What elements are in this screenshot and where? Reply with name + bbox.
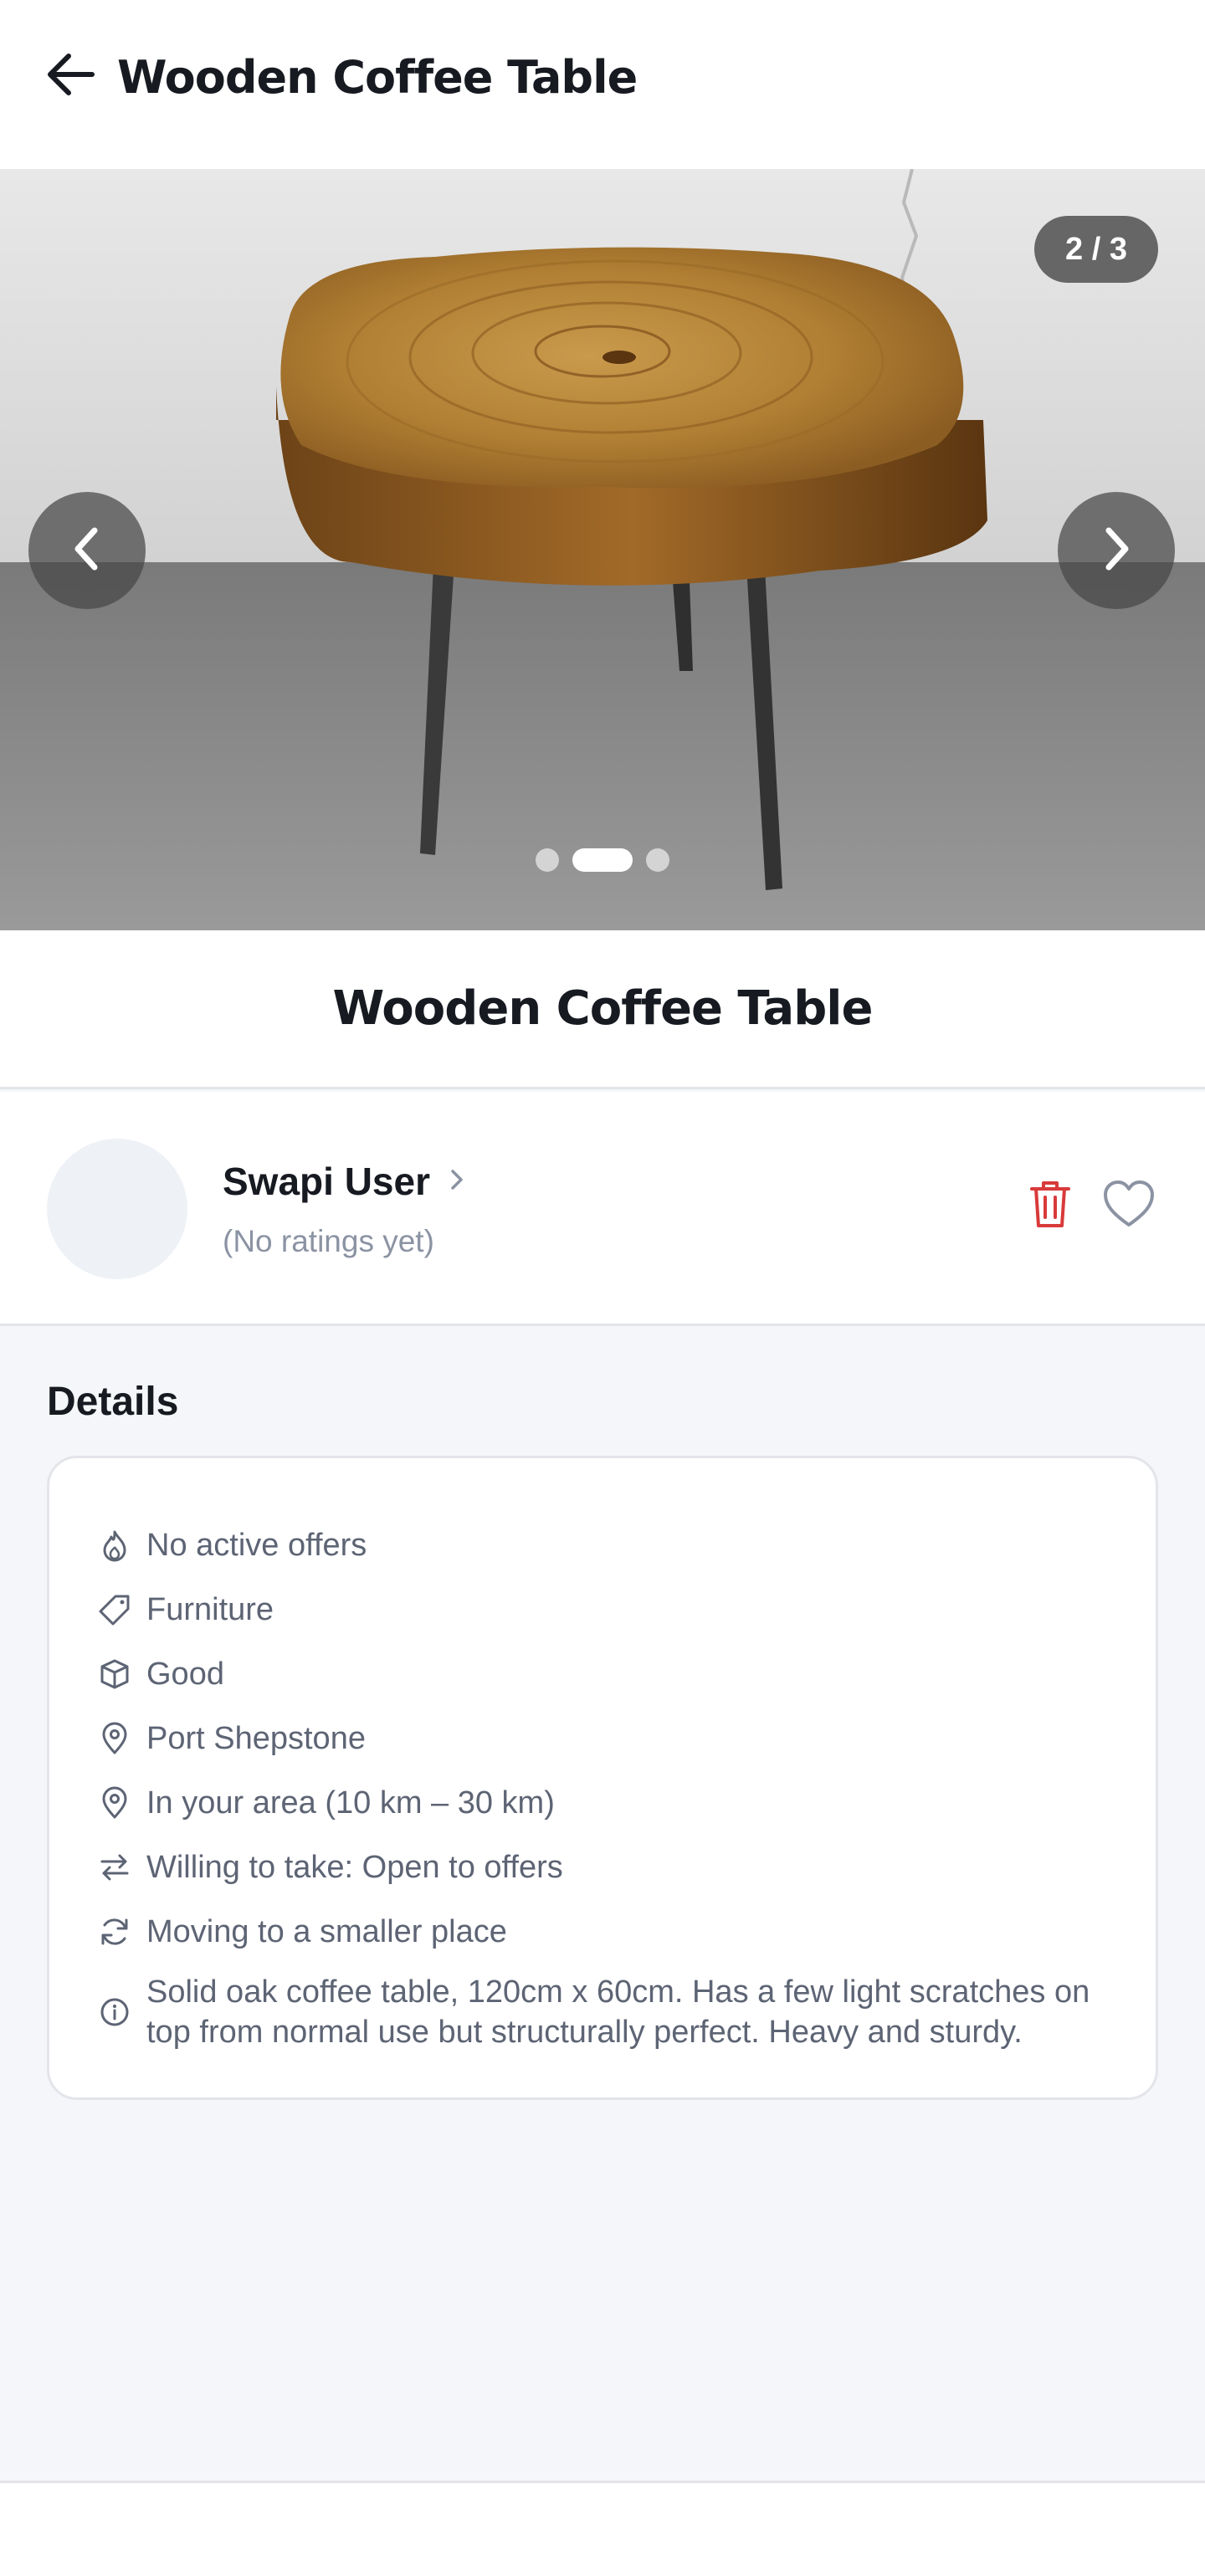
item-title-section: Wooden Coffee Table	[0, 930, 1205, 1089]
detail-row-distance: In your area (10 km – 30 km)	[98, 1783, 555, 1823]
item-description: Solid oak coffee table, 120cm x 60cm. Ha…	[146, 1974, 1090, 2050]
detail-text: Moving to a smaller place	[146, 1914, 507, 1949]
product-photo	[0, 169, 1205, 930]
seller-rating: (No ratings yet)	[223, 1224, 434, 1258]
tag-icon	[98, 1593, 131, 1626]
pagination-dot[interactable]	[646, 848, 669, 872]
refresh-icon	[98, 1915, 131, 1949]
chevron-right-icon	[1095, 524, 1137, 578]
next-image-button[interactable]	[1058, 492, 1175, 609]
image-gallery[interactable]: 2 / 3	[0, 169, 1205, 930]
back-button[interactable]	[37, 47, 104, 105]
bottom-bar	[0, 2483, 1205, 2576]
seller-profile-link[interactable]: Swapi User	[223, 1159, 465, 1204]
pagination-dot[interactable]	[536, 848, 559, 872]
detail-text: No active offers	[146, 1528, 367, 1563]
detail-row-description: Solid oak coffee table, 120cm x 60cm. Ha…	[98, 1972, 1134, 2052]
detail-row-reason: Moving to a smaller place	[98, 1912, 507, 1952]
detail-text: Port Shepstone	[146, 1721, 366, 1756]
previous-image-button[interactable]	[28, 492, 146, 609]
box-icon	[98, 1657, 131, 1691]
detail-row-offers: No active offers	[98, 1525, 367, 1565]
detail-row-category: Furniture	[98, 1590, 274, 1630]
page-title: Wooden Coffee Table	[117, 51, 638, 104]
detail-row-condition: Good	[98, 1654, 224, 1694]
top-app-bar: Wooden Coffee Table	[0, 0, 1205, 169]
detail-row-location: Port Shepstone	[98, 1718, 366, 1759]
favorite-button[interactable]	[1098, 1175, 1160, 1236]
item-title: Wooden Coffee Table	[332, 981, 874, 1036]
detail-text: Furniture	[146, 1592, 274, 1627]
pagination-dots	[0, 848, 1205, 872]
detail-text: In your area (10 km – 30 km)	[146, 1785, 555, 1821]
heart-icon	[1102, 1180, 1156, 1232]
details-card: No active offers Furniture Good Port She…	[47, 1456, 1158, 2100]
chevron-left-icon	[66, 524, 108, 578]
delete-button[interactable]	[1024, 1175, 1076, 1236]
map-pin-icon	[98, 1786, 131, 1820]
seller-name: Swapi User	[223, 1160, 430, 1203]
info-icon	[98, 1995, 131, 2029]
detail-row-willing-to-take: Willing to take: Open to offers	[98, 1847, 563, 1887]
avatar[interactable]	[47, 1139, 187, 1279]
trash-icon	[1028, 1179, 1072, 1233]
pagination-dot-active[interactable]	[572, 848, 633, 872]
chevron-right-icon	[449, 1167, 465, 1196]
map-pin-icon	[98, 1722, 131, 1755]
detail-text: Good	[146, 1657, 224, 1692]
seller-section: Swapi User (No ratings yet)	[0, 1092, 1205, 1326]
image-counter: 2 / 3	[1034, 216, 1158, 283]
details-heading: Details	[47, 1380, 179, 1424]
arrow-left-icon	[44, 49, 97, 104]
flame-icon	[98, 1529, 131, 1562]
detail-text: Willing to take: Open to offers	[146, 1850, 563, 1885]
swap-arrows-icon	[98, 1851, 131, 1884]
